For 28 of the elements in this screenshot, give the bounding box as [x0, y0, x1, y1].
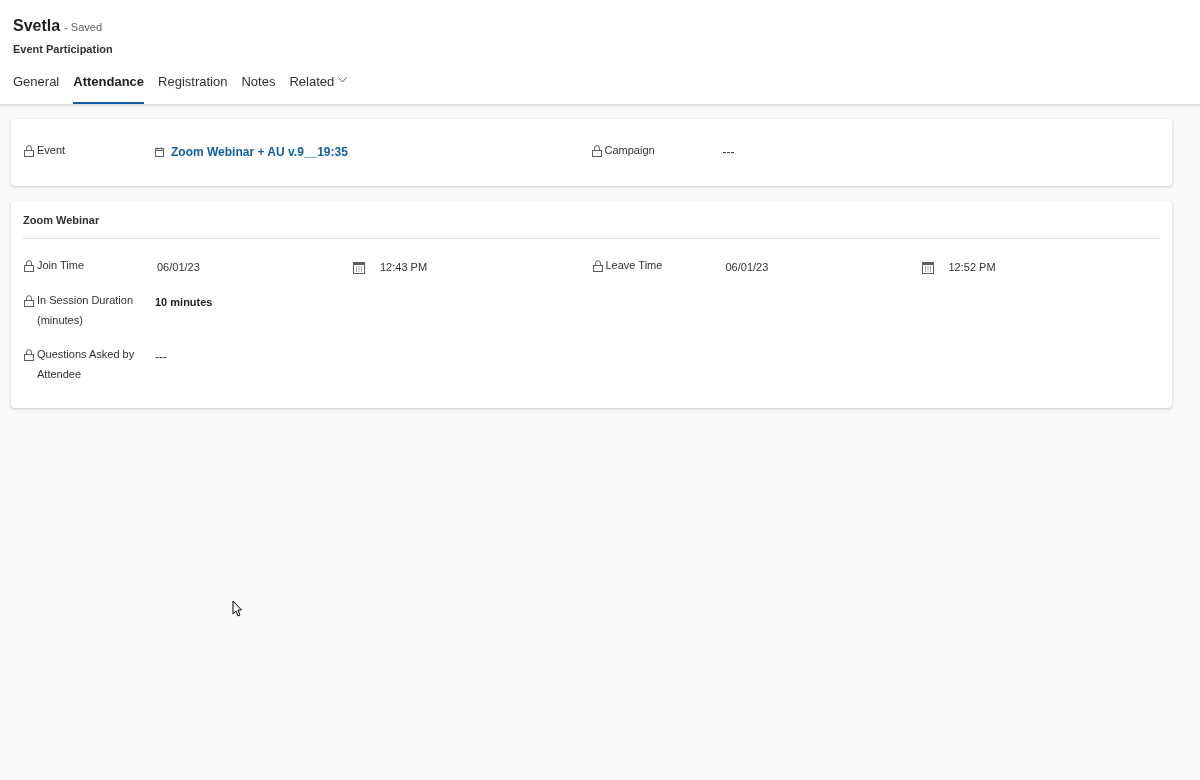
- date-value: 06/01/23: [724, 260, 770, 275]
- save-status: - Saved: [64, 20, 103, 35]
- time-value: 12:52 PM: [948, 260, 996, 275]
- chevron-down-icon: [338, 76, 348, 83]
- section-title: Zoom Webinar: [23, 212, 100, 228]
- date-value: 06/01/23: [156, 260, 201, 275]
- mouse-cursor-icon: [232, 600, 242, 617]
- field-label: Questions Asked by Attendee: [37, 346, 136, 382]
- calendar-icon: [921, 260, 934, 274]
- field-label: Event: [37, 143, 66, 158]
- calendar-icon: [155, 147, 164, 157]
- field-value: 10 minutes: [155, 294, 213, 310]
- tab[interactable]: Related: [289, 71, 348, 104]
- tab[interactable]: General: [13, 71, 60, 104]
- field-label: Campaign: [604, 143, 655, 158]
- calendar-icon: [353, 260, 365, 274]
- time-value: 12:43 PM: [380, 260, 428, 275]
- tab[interactable]: Attendance: [73, 71, 145, 104]
- field-label: Join Time: [37, 258, 85, 273]
- field-label: Leave Time: [605, 258, 663, 273]
- tab[interactable]: Notes: [241, 71, 276, 104]
- field-value: ---: [722, 144, 735, 161]
- record-title: Svetla: [13, 16, 61, 36]
- field-label: In Session Duration (minutes): [37, 292, 134, 328]
- event-link[interactable]: Zoom Webinar + AU v.9__19:35: [155, 143, 348, 161]
- tab[interactable]: Registration: [158, 71, 228, 104]
- entity-name: Event Participation: [12, 42, 113, 57]
- field-value: ---: [155, 348, 167, 366]
